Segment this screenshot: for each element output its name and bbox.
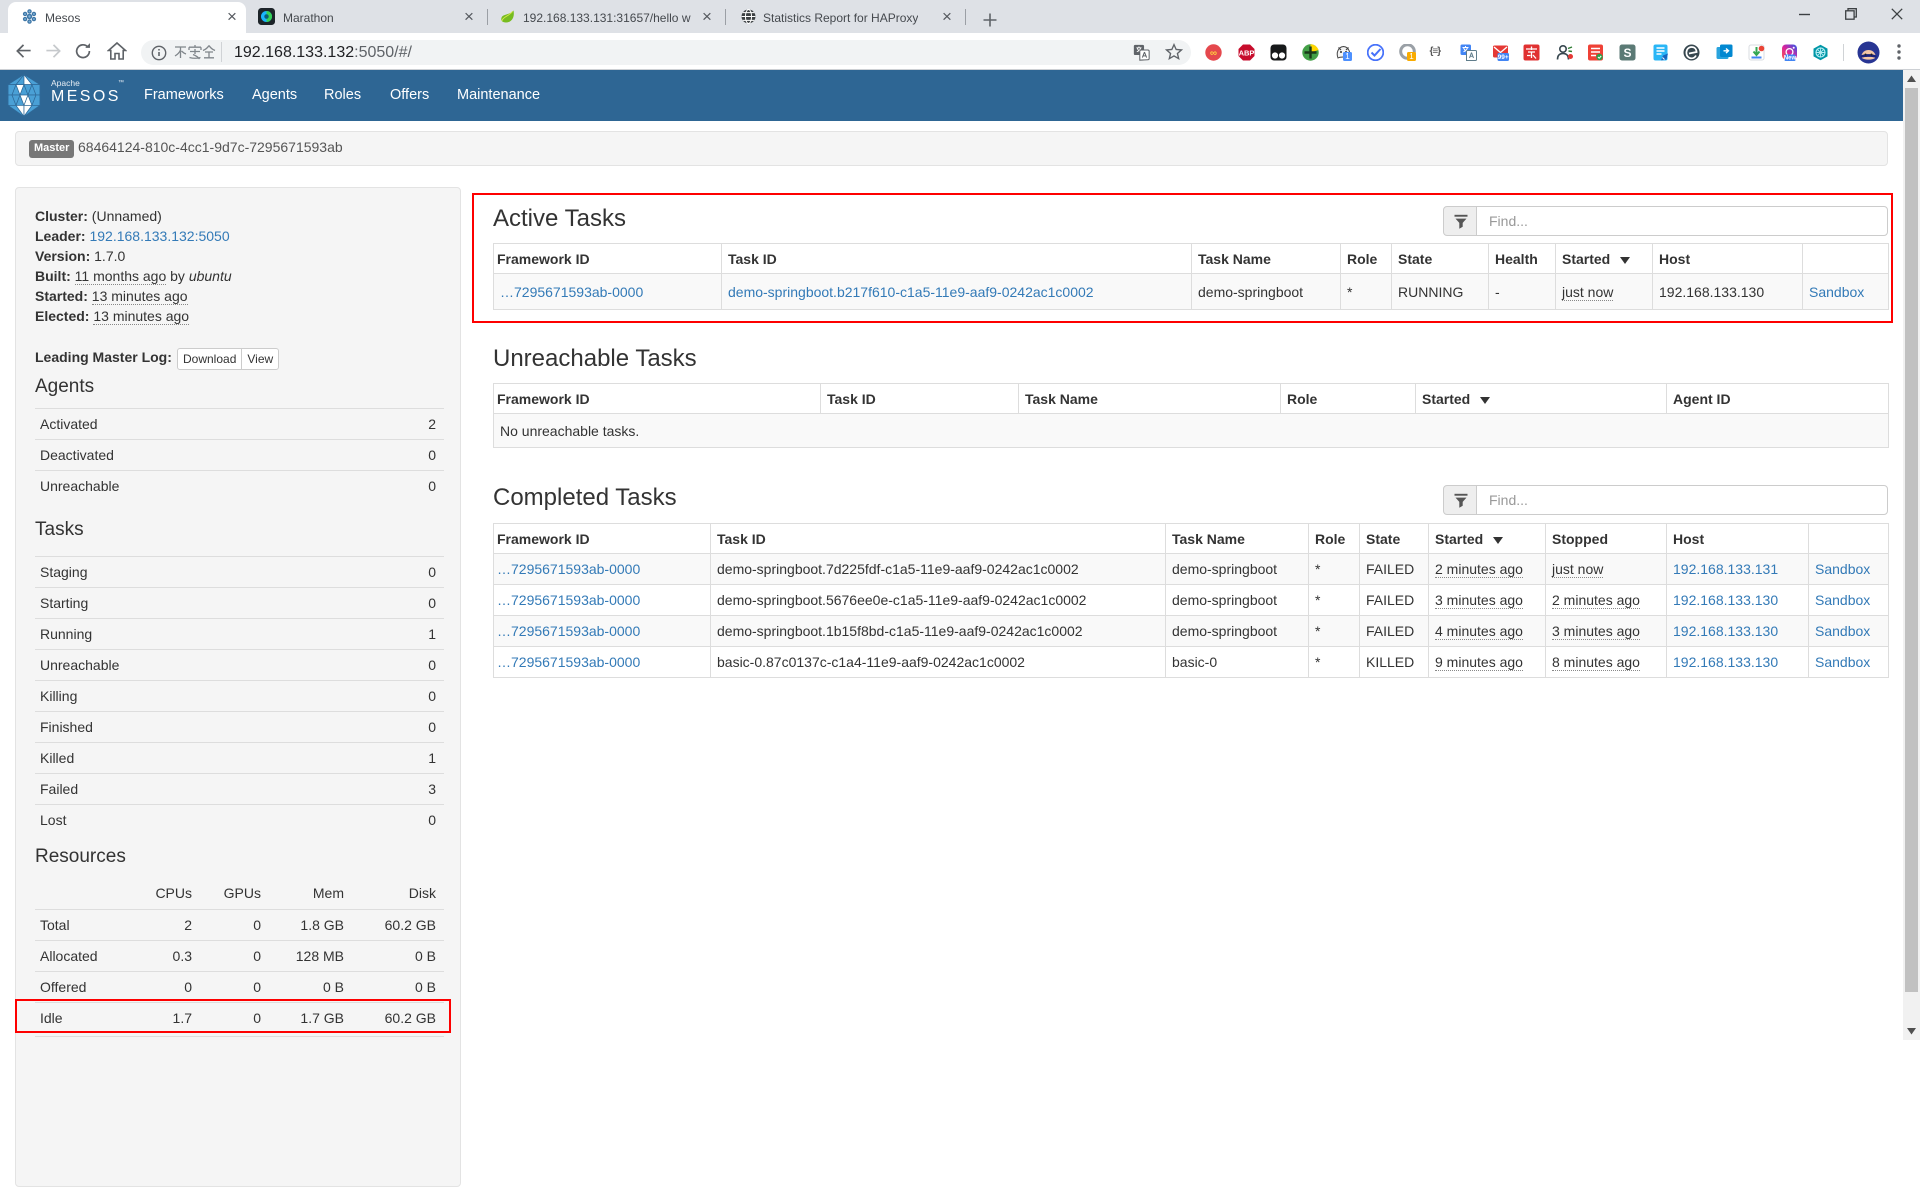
- svg-text:1: 1: [1409, 52, 1414, 61]
- svg-text:S: S: [1623, 46, 1631, 60]
- svg-text:∞: ∞: [1210, 48, 1217, 59]
- svg-text:1: 1: [1345, 52, 1350, 61]
- svg-text:ABP: ABP: [1238, 49, 1254, 58]
- svg-text:99+: 99+: [1497, 54, 1508, 61]
- svg-text:New: New: [1783, 56, 1796, 61]
